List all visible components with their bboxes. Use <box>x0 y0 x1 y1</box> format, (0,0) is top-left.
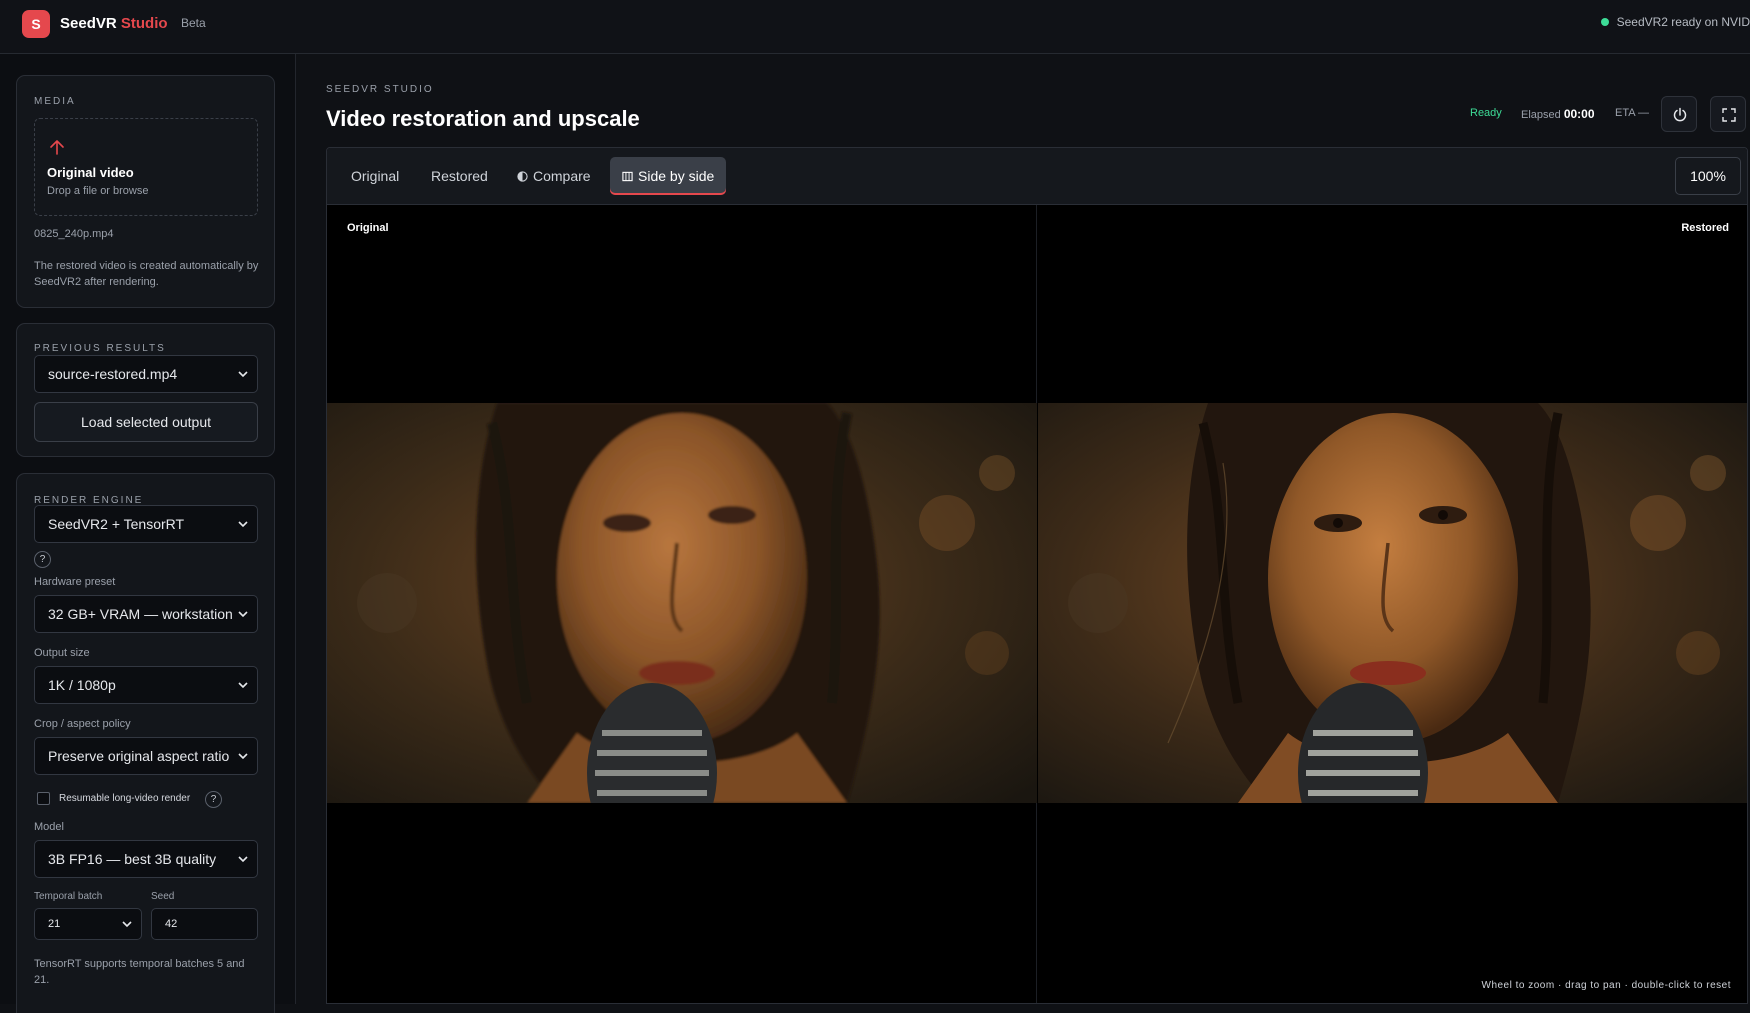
power-icon <box>1673 107 1687 122</box>
brand-name-accent: Studio <box>120 15 168 32</box>
view-tabs: Original Restored Compare Side by side 1… <box>327 148 1747 205</box>
chevron-down-icon <box>238 611 248 618</box>
model-value: 3B FP16 — best 3B quality <box>48 851 217 867</box>
output-size-value: 1K / 1080p <box>48 677 116 693</box>
page-title: Video restoration and upscale <box>326 106 640 131</box>
brand-name: SeedVR Studio <box>60 15 168 32</box>
previous-section-label: PREVIOUS RESULTS <box>34 343 166 354</box>
tab-compare[interactable]: Compare <box>505 157 603 195</box>
output-size-label: Output size <box>34 647 90 659</box>
tab-restored[interactable]: Restored <box>419 157 500 195</box>
render-engine-card: RENDER ENGINE SeedVR2 + TensorRT ? Hardw… <box>16 473 275 1013</box>
output-size-select[interactable]: 1K / 1080p <box>34 666 258 704</box>
previous-results-select[interactable]: source-restored.mp4 <box>34 355 258 393</box>
engine-status: SeedVR2 ready on NVID <box>1600 15 1750 29</box>
restored-pane[interactable]: Restored Wheel to zoom · drag to pan · d… <box>1038 205 1747 1003</box>
resumable-help-icon[interactable]: ? <box>205 791 222 808</box>
crop-policy-label: Crop / aspect policy <box>34 718 131 730</box>
tab-original[interactable]: Original <box>339 157 411 195</box>
tab-compare-label: Compare <box>533 168 591 184</box>
zoom-level[interactable]: 100% <box>1675 157 1741 195</box>
original-pane-label: Original <box>347 222 389 234</box>
original-frame-image <box>327 403 1037 803</box>
elapsed-value: 00:00 <box>1563 107 1595 121</box>
model-select[interactable]: 3B FP16 — best 3B quality <box>34 840 258 878</box>
sidebar: MEDIA Original video Drop a file or brow… <box>0 54 296 1013</box>
video-dropzone[interactable]: Original video Drop a file or browse <box>34 118 258 216</box>
render-engine-select[interactable]: SeedVR2 + TensorRT <box>34 505 258 543</box>
crop-policy-value: Preserve original aspect ratio <box>48 748 230 764</box>
hardware-preset-value: 32 GB+ VRAM — workstation <box>48 606 233 622</box>
seed-label: Seed <box>151 891 175 902</box>
top-bar: S SeedVR Studio Beta SeedVR2 ready on NV… <box>0 0 1750 54</box>
hardware-preset-label: Hardware preset <box>34 576 116 588</box>
chevron-down-icon <box>238 371 248 378</box>
brand-name-main: SeedVR <box>60 15 117 32</box>
seed-input[interactable]: 42 <box>151 908 258 940</box>
hardware-preset-select[interactable]: 32 GB+ VRAM — workstation <box>34 595 258 633</box>
media-section-label: MEDIA <box>34 96 76 107</box>
tensorrt-footnote: TensorRT supports temporal batches 5 and… <box>34 958 245 986</box>
elapsed-time: Elapsed 00:00 <box>1521 107 1595 127</box>
temporal-batch-select[interactable]: 21 <box>34 908 142 940</box>
chevron-down-icon <box>122 921 132 928</box>
elapsed-label: Elapsed <box>1521 109 1561 121</box>
fullscreen-icon <box>1722 108 1736 122</box>
original-video-frame <box>327 403 1037 803</box>
status-dot-icon <box>1600 18 1609 26</box>
half-circle-icon <box>517 171 528 182</box>
previous-results-card: PREVIOUS RESULTS source-restored.mp4 Loa… <box>16 323 275 457</box>
app-logo: S <box>22 10 50 38</box>
render-engine-value: SeedVR2 + TensorRT <box>48 516 185 532</box>
tab-side-by-side-label: Side by side <box>638 168 715 184</box>
media-note: The restored video is created automatica… <box>34 260 259 288</box>
upload-arrow-icon <box>50 140 64 155</box>
page-kicker: SEEDVR STUDIO <box>326 84 434 95</box>
dropzone-subtitle: Drop a file or browse <box>47 185 149 197</box>
fullscreen-button[interactable] <box>1710 96 1746 132</box>
eta: ETA — <box>1615 107 1650 119</box>
chevron-down-icon <box>238 682 248 689</box>
restored-frame-image <box>1038 403 1747 803</box>
selected-filename: 0825_240p.mp4 <box>34 228 114 240</box>
engine-status-text: SeedVR2 ready on NVID <box>1616 15 1750 29</box>
dropzone-title: Original video <box>47 165 134 180</box>
tab-side-by-side[interactable]: Side by side <box>610 157 727 195</box>
main-area: SEEDVR STUDIO Video restoration and upsc… <box>296 54 1750 1004</box>
viewer-hint: Wheel to zoom · drag to pan · double-cli… <box>1481 980 1731 991</box>
original-pane[interactable]: Original <box>327 205 1037 1003</box>
media-card: MEDIA Original video Drop a file or brow… <box>16 75 275 308</box>
chevron-down-icon <box>238 856 248 863</box>
chevron-down-icon <box>238 521 248 528</box>
restored-video-frame <box>1038 403 1747 803</box>
previous-results-value: source-restored.mp4 <box>48 366 178 382</box>
columns-icon <box>622 171 633 182</box>
render-status: Ready <box>1470 107 1502 119</box>
temporal-batch-value: 21 <box>48 918 61 930</box>
load-output-button[interactable]: Load selected output <box>34 402 258 442</box>
power-button[interactable] <box>1661 96 1697 132</box>
chevron-down-icon <box>238 753 248 760</box>
restored-pane-label: Restored <box>1681 222 1729 234</box>
video-viewer[interactable]: Original Restored Compare Side by side 1… <box>326 147 1748 1004</box>
beta-badge: Beta <box>181 16 206 30</box>
resumable-checkbox[interactable] <box>37 792 50 805</box>
render-engine-help-icon[interactable]: ? <box>34 551 51 568</box>
temporal-batch-label: Temporal batch <box>34 891 103 902</box>
model-label: Model <box>34 821 64 833</box>
resumable-label: Resumable long-video render <box>59 793 191 804</box>
crop-policy-select[interactable]: Preserve original aspect ratio <box>34 737 258 775</box>
